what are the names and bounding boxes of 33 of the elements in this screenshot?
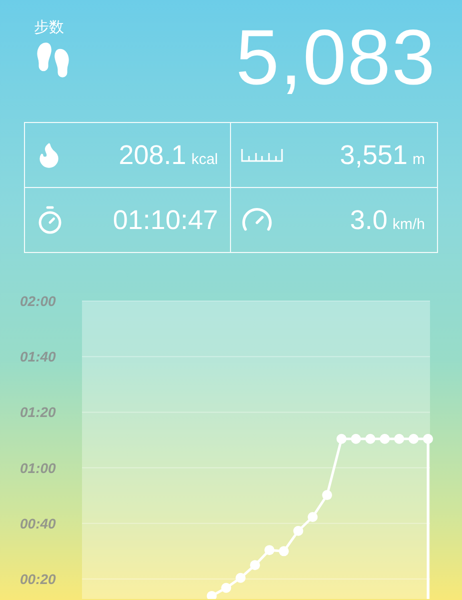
ruler-icon [241,148,283,162]
data-point [308,512,318,522]
data-point [250,560,260,570]
axis-label: 00:20 [20,570,56,587]
data-point [293,526,304,536]
data-point [350,434,361,444]
axis-label: 02:00 [20,293,56,309]
data-point [394,434,404,444]
data-point [408,434,419,444]
stat-value: 3.0 [350,204,388,236]
stat-unit: kcal [191,150,218,168]
data-point [221,582,232,593]
axis-label: 01:40 [20,348,56,365]
stat-value: 3,551 [340,140,408,170]
stat-value: 01:10:47 [112,204,218,236]
steps-count: 5,083 [236,18,436,103]
data-point [380,434,390,444]
data-point [423,434,433,444]
data-point [264,545,274,556]
axis-label: 01:00 [20,460,56,476]
stat-value: 208.1 [118,140,186,170]
data-point [365,434,376,444]
data-point [336,434,346,444]
footprints-icon [34,41,72,79]
steps-label: 步数 [34,18,65,37]
data-point [236,572,246,583]
data-point [322,490,332,500]
data-point [206,590,217,599]
data-point [278,546,289,556]
axis-label: 01:20 [20,404,56,420]
stat-unit: km/h [392,216,425,232]
axis-label: 00:40 [20,515,56,532]
stat-unit: m [412,150,425,168]
